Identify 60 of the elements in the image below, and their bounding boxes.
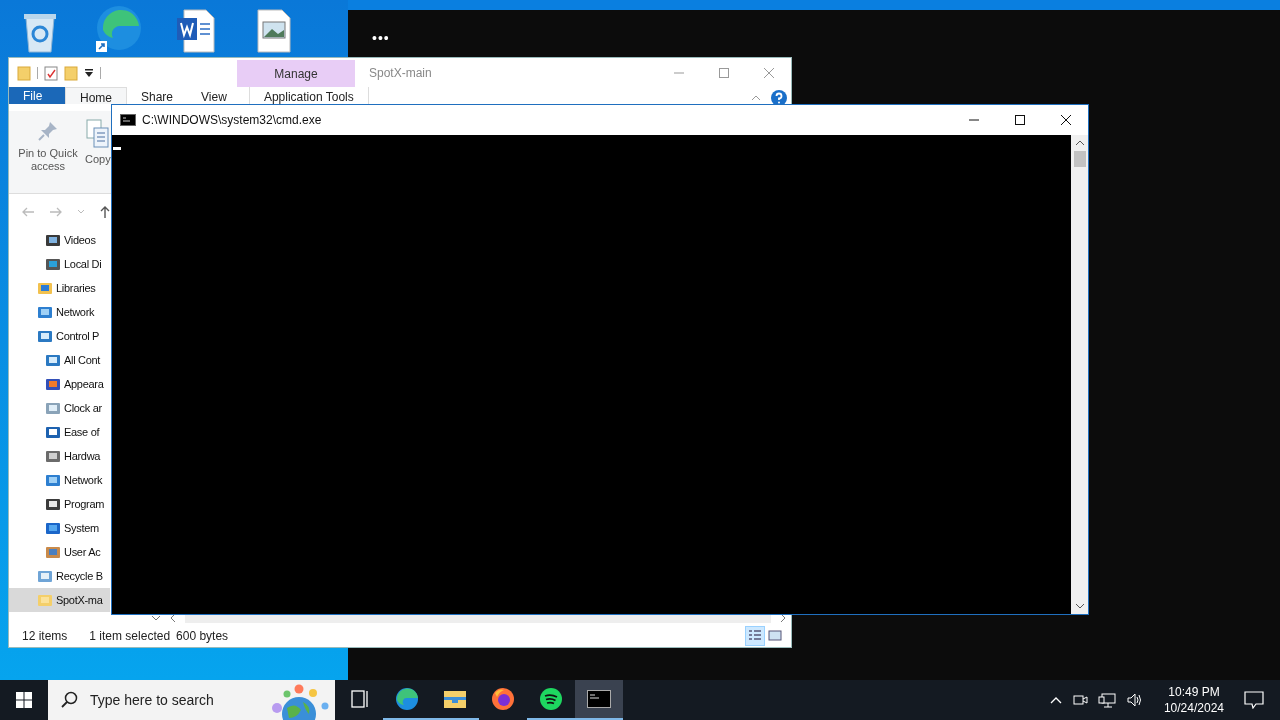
tree-item[interactable]: SpotX-ma [9, 588, 110, 613]
volume-icon[interactable] [1125, 692, 1144, 708]
tree-item[interactable]: User Ac [9, 540, 110, 565]
spotify-icon [539, 687, 563, 711]
window-title: C:\WINDOWS\system32\cmd.exe [142, 113, 322, 127]
search-icon [60, 691, 78, 709]
large-icons-icon [768, 629, 782, 644]
item-count: 12 items [22, 629, 68, 644]
word-document-icon[interactable] [176, 8, 216, 54]
tree-item[interactable]: Clock ar [9, 396, 110, 421]
up-arrow-icon[interactable] [99, 205, 111, 220]
tree-item[interactable]: Ease of [9, 420, 110, 445]
tree-item[interactable]: Control P [9, 324, 110, 349]
maximize-icon[interactable] [1014, 114, 1026, 126]
close-icon[interactable] [1060, 114, 1072, 126]
folder-icon [37, 592, 53, 609]
tree-item[interactable]: Network [9, 300, 110, 325]
tree-item[interactable]: Network [9, 468, 110, 493]
edge-icon[interactable] [93, 4, 143, 54]
scroll-down-icon[interactable] [1074, 602, 1085, 610]
clock[interactable]: 10:49 PM 10/24/2024 [1163, 684, 1224, 716]
edge-icon [395, 687, 419, 711]
dropdown-icon[interactable] [84, 67, 94, 78]
tree-item[interactable]: System [9, 516, 110, 541]
more-glyph: ••• [372, 30, 390, 46]
context-tab-header: Manage [237, 60, 355, 87]
scrollbar-thumb[interactable] [1073, 151, 1086, 167]
terminal-icon [120, 114, 136, 126]
firefox-icon [491, 687, 515, 711]
tree-item[interactable]: Program [9, 492, 110, 517]
window-title: SpotX-main [369, 65, 432, 80]
camera-icon[interactable] [1071, 692, 1088, 708]
windows-logo-icon [16, 692, 32, 708]
search-field[interactable]: Type here to search [48, 680, 335, 720]
tree-item[interactable]: Hardwa [9, 444, 110, 469]
ribbon-button-label[interactable]: Copy [85, 153, 111, 166]
properties-icon[interactable] [44, 64, 58, 81]
task-view-icon [349, 689, 369, 709]
ribbon-tab[interactable]: Home [65, 87, 127, 104]
image-file-icon[interactable] [256, 8, 292, 54]
ribbon-tab[interactable]: View [187, 87, 241, 104]
time-text: 10:49 PM [1168, 684, 1220, 700]
file-tab[interactable]: File [9, 87, 65, 104]
selection-info: 1 item selected [89, 629, 171, 644]
file-size: 600 bytes [176, 629, 229, 644]
tree-item[interactable]: Appeara [9, 372, 110, 397]
ribbon-button-label[interactable]: Pin to Quick access [15, 147, 81, 173]
tree-item[interactable]: Recycle B [9, 564, 110, 589]
ribbon-tab[interactable]: Share [127, 87, 188, 104]
tree-item[interactable]: Libraries [9, 276, 110, 301]
notification-icon[interactable] [1244, 691, 1264, 709]
date-text: 10/24/2024 [1163, 700, 1224, 716]
tree-item[interactable]: Videos [9, 228, 110, 253]
tree-item[interactable]: Local Di [9, 252, 110, 277]
details-view-button[interactable] [745, 626, 765, 647]
terminal-icon [587, 690, 611, 708]
scroll-up-icon[interactable] [1074, 139, 1085, 147]
tree-item[interactable]: All Cont [9, 348, 110, 373]
folder-icon [443, 688, 467, 710]
taskbar-app-button[interactable] [575, 680, 623, 720]
